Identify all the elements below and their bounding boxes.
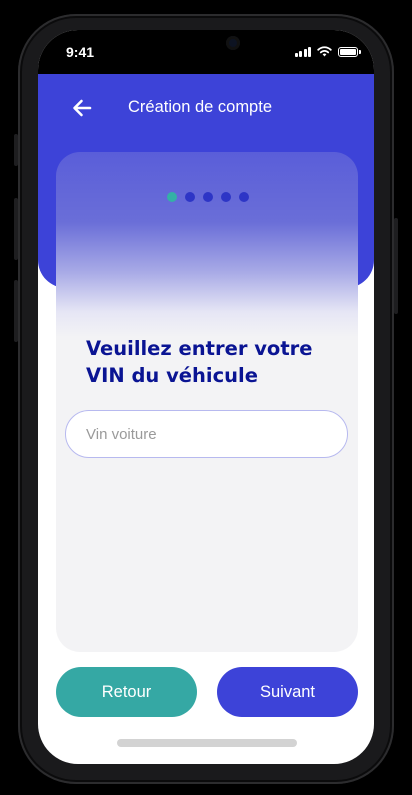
step-dot-5: [239, 192, 249, 202]
notch: [122, 30, 290, 66]
cellular-signal-icon: [294, 46, 311, 57]
form-question: Veuillez entrer votre VIN du véhicule: [86, 337, 313, 387]
step-dot-3: [203, 192, 213, 202]
step-dot-1: [167, 192, 177, 202]
volume-down-button: [14, 280, 18, 342]
step-indicator: [167, 192, 249, 202]
arrow-left-icon[interactable]: [68, 94, 96, 122]
silent-switch: [14, 134, 18, 166]
vin-input[interactable]: [65, 410, 348, 458]
camera-icon: [226, 36, 240, 50]
status-icons: [294, 46, 361, 57]
phone-screen: 9:41 Création de compte Veuillez entrer …: [38, 30, 374, 764]
next-button[interactable]: Suivant: [217, 667, 358, 717]
volume-up-button: [14, 198, 18, 260]
power-button: [394, 218, 398, 314]
home-indicator[interactable]: [117, 739, 297, 747]
status-bar: 9:41: [38, 30, 374, 74]
battery-icon: [338, 46, 361, 57]
step-dot-2: [185, 192, 195, 202]
step-dot-4: [221, 192, 231, 202]
status-time: 9:41: [66, 44, 95, 60]
wifi-icon: [317, 46, 332, 57]
back-button[interactable]: Retour: [56, 667, 197, 717]
page-title: Création de compte: [128, 98, 272, 116]
form-card: Veuillez entrer votre VIN du véhicule: [56, 152, 358, 652]
